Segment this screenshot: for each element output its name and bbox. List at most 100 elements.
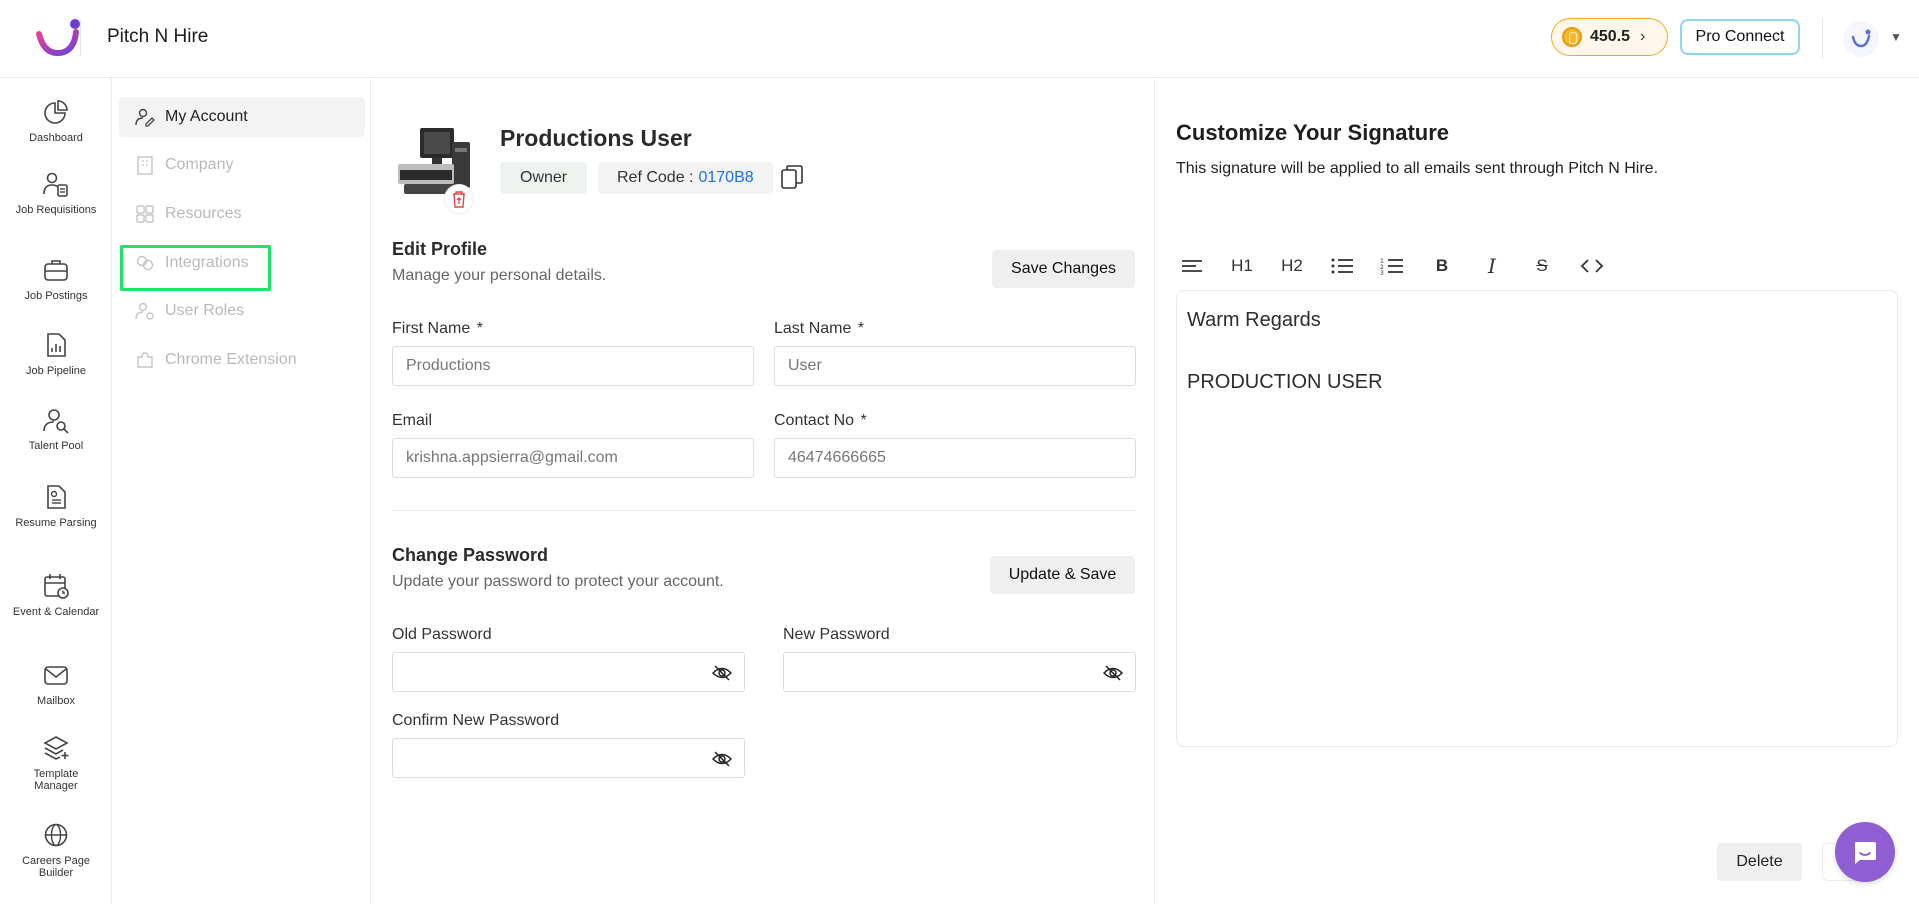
contact-label: Contact No * (774, 412, 867, 430)
nav-template-manager[interactable]: Template Manager (0, 734, 112, 792)
avatar-dropdown-caret-icon[interactable]: ▼ (1890, 30, 1902, 44)
nav-talent-pool[interactable]: Talent Pool (0, 406, 112, 452)
subnav-label: User Roles (165, 302, 245, 319)
user-avatar[interactable] (1843, 21, 1879, 57)
pie-chart-icon (44, 100, 68, 124)
italic-button[interactable]: I (1476, 250, 1508, 282)
ordered-list-button[interactable]: 123 (1376, 250, 1408, 282)
change-password-title: Change Password (392, 545, 549, 565)
align-left-button[interactable] (1176, 250, 1208, 282)
nav-event-calendar[interactable]: Event & Calendar (0, 572, 112, 618)
strikethrough-button[interactable]: S (1526, 250, 1558, 282)
nav-label: Careers Page Builder (22, 855, 90, 879)
credits-value: 450.5 (1590, 28, 1631, 45)
signature-editor[interactable]: Warm Regards PRODUCTION USER (1176, 290, 1898, 747)
last-name-label-text: Last Name (774, 320, 852, 337)
nav-job-pipeline[interactable]: Job Pipeline (0, 331, 112, 377)
first-name-label-text: First Name (392, 320, 471, 337)
code-icon (1580, 259, 1604, 273)
nav-label: Job Postings (24, 290, 88, 302)
globe-icon (44, 823, 68, 847)
pitch-n-hire-logo[interactable] (36, 18, 82, 58)
grid-icon (136, 205, 154, 223)
user-settings-icon (135, 302, 154, 320)
bullet-list-icon (1331, 258, 1353, 274)
first-name-field[interactable]: Productions (392, 346, 754, 386)
remove-photo-button[interactable] (444, 184, 474, 214)
nav-mailbox[interactable]: Mailbox (0, 661, 112, 707)
email-field[interactable]: krishna.appsierra@gmail.com (392, 438, 754, 478)
confirm-password-label: Confirm New Password (392, 712, 560, 729)
update-save-button[interactable]: Update & Save (990, 556, 1135, 594)
nav-label: Dashboard (29, 132, 83, 144)
old-password-field[interactable] (392, 652, 745, 692)
ref-code-badge: Ref Code : 0170B8 (598, 162, 773, 194)
chat-icon (1855, 842, 1876, 864)
new-password-field[interactable] (783, 652, 1136, 692)
save-changes-button[interactable]: Save Changes (992, 250, 1135, 288)
nav-careers-page-builder[interactable]: Careers Page Builder (0, 821, 112, 879)
svg-text:3: 3 (1380, 270, 1384, 275)
chevron-right-icon: › (1640, 28, 1646, 45)
section-divider (392, 510, 1135, 511)
delete-signature-button[interactable]: Delete (1717, 843, 1802, 881)
nav-job-requisitions[interactable]: Job Requisitions (0, 170, 112, 216)
contact-field[interactable]: 46474666665 (774, 438, 1136, 478)
ref-code-label: Ref Code : (617, 169, 694, 186)
signature-title: Customize Your Signature (1176, 120, 1450, 145)
required-mark: * (857, 320, 865, 337)
nav-job-postings[interactable]: Job Postings (0, 256, 112, 302)
resume-icon (47, 485, 66, 509)
signature-subtitle: This signature will be applied to all em… (1176, 160, 1659, 177)
building-icon (137, 156, 153, 175)
heading1-button[interactable]: H1 (1226, 250, 1258, 282)
bullet-list-button[interactable] (1326, 250, 1358, 282)
subnav-label: Chrome Extension (165, 351, 297, 368)
chat-widget-button[interactable] (1835, 822, 1895, 882)
top-divider (1822, 18, 1823, 58)
subnav-resources[interactable]: Resources (119, 194, 365, 234)
last-name-label: Last Name * (774, 320, 864, 338)
mail-icon (44, 666, 68, 685)
subnav-company[interactable]: Company (119, 145, 365, 185)
old-password-label: Old Password (392, 626, 492, 643)
logo-divider (80, 20, 81, 56)
subnav-my-account[interactable]: My Account (119, 97, 365, 137)
change-password-subtitle: Update your password to protect your acc… (392, 573, 724, 590)
edit-profile-subtitle: Manage your personal details. (392, 267, 607, 284)
nav-dashboard[interactable]: Dashboard (0, 98, 112, 144)
subnav-integrations[interactable]: Integrations (119, 243, 365, 283)
last-name-field[interactable]: User (774, 346, 1136, 386)
calendar-icon (44, 574, 69, 599)
bold-button[interactable]: B (1426, 250, 1458, 282)
pro-connect-button[interactable]: Pro Connect (1680, 19, 1800, 55)
nav-label: Job Pipeline (26, 365, 86, 377)
credits-button[interactable]: 450.5 › (1551, 18, 1668, 56)
file-chart-icon (47, 333, 66, 357)
subnav-label: Company (165, 156, 234, 173)
confirm-password-field[interactable] (392, 738, 745, 778)
nav-resume-parsing[interactable]: Resume Parsing (0, 483, 112, 529)
editor-toolbar: H1 H2 123 B I S (1176, 250, 1626, 282)
briefcase-icon (44, 260, 68, 281)
copy-icon[interactable] (780, 164, 804, 190)
layers-icon (43, 736, 69, 760)
eye-off-icon[interactable] (712, 749, 732, 769)
eye-off-icon[interactable] (712, 663, 732, 683)
link-icon (136, 255, 154, 271)
profile-panel: Productions User Owner Ref Code : 0170B8… (372, 78, 1155, 904)
coin-icon (1562, 27, 1582, 47)
user-edit-icon (135, 108, 155, 127)
signature-line: Warm Regards (1187, 309, 1321, 331)
subnav-chrome-extension[interactable]: Chrome Extension (119, 340, 365, 380)
subnav-user-roles[interactable]: User Roles (119, 291, 365, 331)
edit-profile-title: Edit Profile (392, 239, 488, 259)
signature-panel: Customize Your Signature This signature … (1156, 78, 1919, 904)
ref-code-value: 0170B8 (698, 169, 754, 186)
new-password-label: New Password (783, 626, 890, 643)
required-mark: * (476, 320, 483, 337)
user-name: Productions User (500, 125, 692, 151)
code-button[interactable] (1576, 250, 1608, 282)
eye-off-icon[interactable] (1103, 663, 1123, 683)
heading2-button[interactable]: H2 (1276, 250, 1308, 282)
